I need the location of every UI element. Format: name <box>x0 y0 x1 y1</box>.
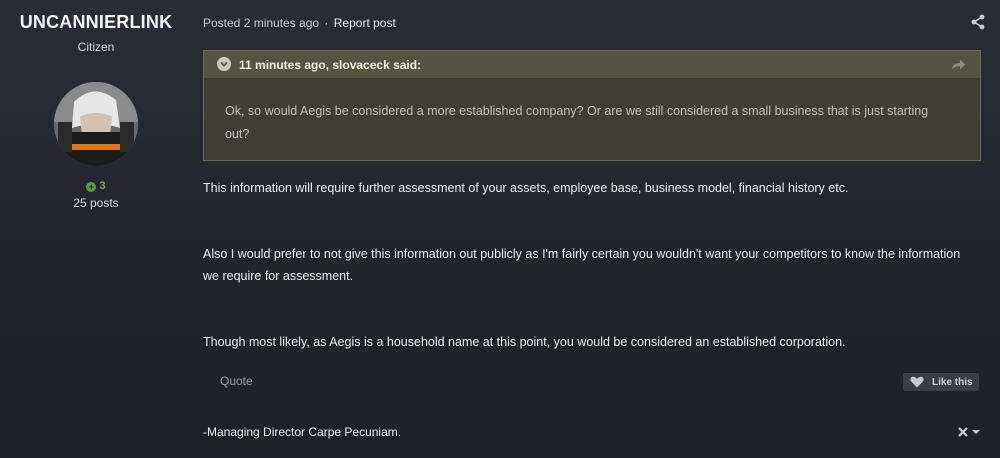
quote-header: 11 minutes ago, slovaceck said: <box>204 51 980 78</box>
meta-separator: · <box>324 16 329 30</box>
signature-controls[interactable] <box>957 425 983 439</box>
report-post-link[interactable]: Report post <box>334 16 396 30</box>
post-timestamp: Posted 2 minutes ago <box>203 16 320 30</box>
like-button[interactable]: Like this <box>903 373 979 391</box>
reputation-badge: +3 <box>0 180 192 192</box>
reputation-plus-icon: + <box>86 182 97 192</box>
forward-arrow-icon[interactable] <box>950 57 966 71</box>
author-username[interactable]: UNCANNIERLINK <box>0 12 192 33</box>
quote-citation: 11 minutes ago, slovaceck said: <box>239 58 422 72</box>
quote-button[interactable]: Quote <box>220 374 253 388</box>
heart-icon <box>910 376 924 388</box>
post-paragraph: Though most likely, as Aegis is a househ… <box>203 335 846 349</box>
chevron-down-icon[interactable] <box>217 57 231 71</box>
avatar[interactable] <box>54 82 138 166</box>
like-label: Like this <box>932 377 973 388</box>
author-rank: Citizen <box>77 40 115 54</box>
author-post-count: 25 posts <box>73 196 119 210</box>
close-icon <box>958 427 968 437</box>
quote-block: 11 minutes ago, slovaceck said: Ok, so w… <box>203 50 981 161</box>
quote-body: Ok, so would Aegis be considered a more … <box>225 104 929 141</box>
reputation-count: 3 <box>99 180 106 192</box>
signature: -Managing Director Carpe Pecuniam. <box>203 425 402 439</box>
post-paragraph: This information will require further as… <box>203 181 849 195</box>
post-paragraph: Also I would prefer to not give this inf… <box>203 247 961 283</box>
share-icon[interactable] <box>970 14 986 30</box>
post-meta: Posted 2 minutes ago · Report post <box>203 16 396 30</box>
